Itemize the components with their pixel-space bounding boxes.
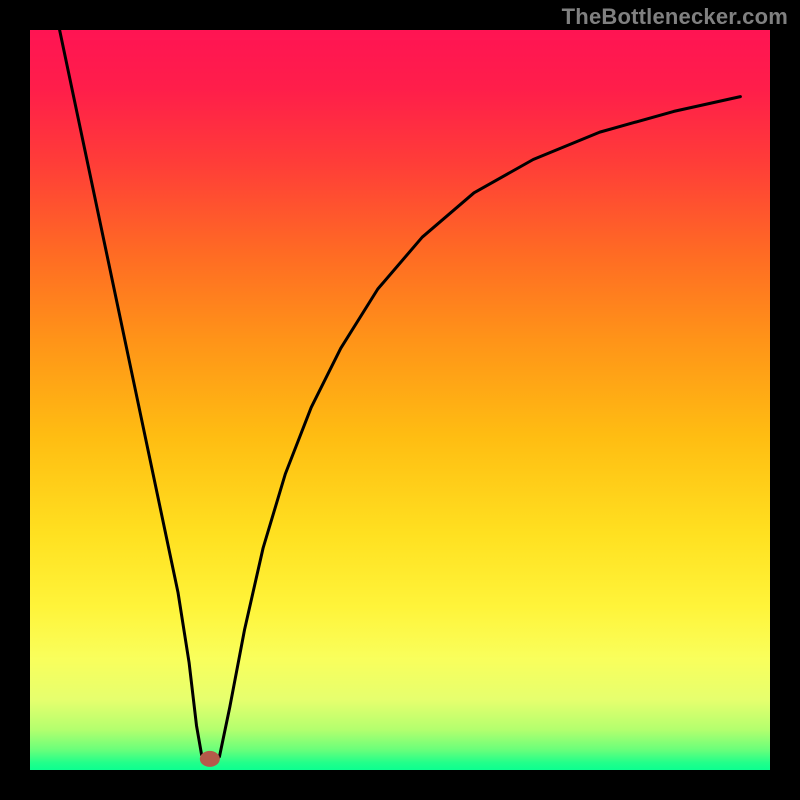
- attribution-text: TheBottlenecker.com: [562, 4, 788, 30]
- optimum-marker: [200, 751, 220, 767]
- gradient-plot-area: [30, 30, 770, 770]
- chart-container: TheBottlenecker.com: [0, 0, 800, 800]
- bottleneck-chart: [0, 0, 800, 800]
